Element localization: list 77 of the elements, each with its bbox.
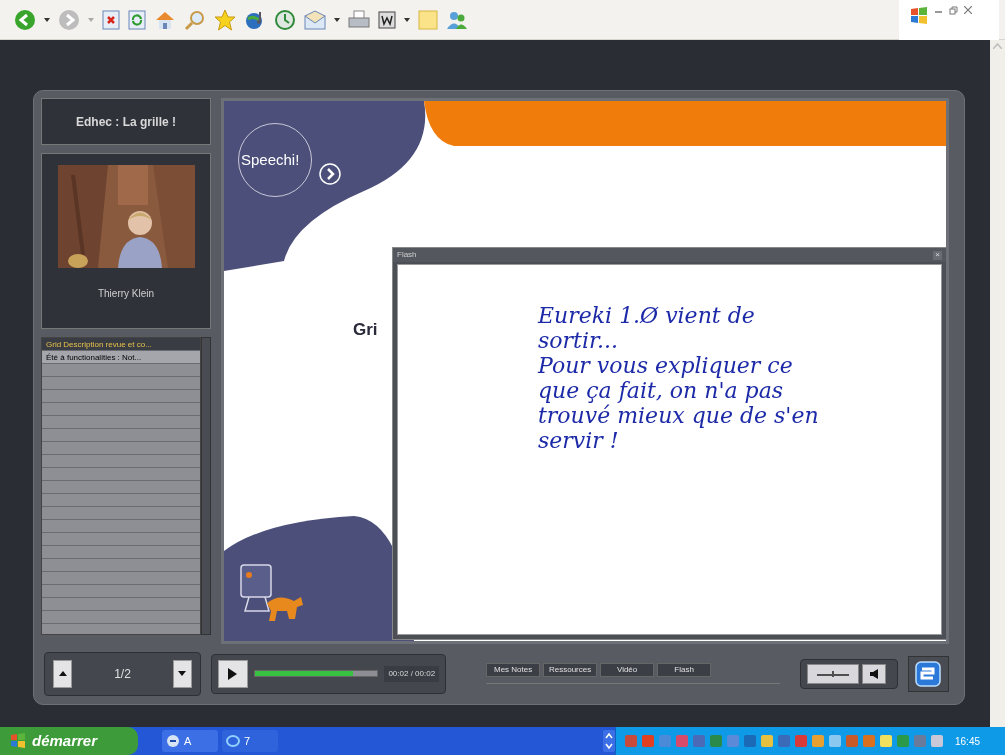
windows-logo-icon <box>10 733 26 749</box>
arrow-right-icon <box>319 163 341 185</box>
word-icon[interactable] <box>378 10 396 29</box>
list-scrollbar[interactable] <box>201 337 211 635</box>
brand-logo-text: Speechi! <box>241 149 300 170</box>
previous-page-button[interactable] <box>53 659 72 688</box>
expand-icon[interactable] <box>603 730 615 752</box>
forward-icon[interactable] <box>58 8 80 31</box>
tray-icon[interactable] <box>845 734 859 748</box>
scroll-up-icon[interactable] <box>993 43 1002 49</box>
tray-icon[interactable] <box>811 734 825 748</box>
refresh-icon[interactable] <box>128 9 146 30</box>
tray-icon[interactable] <box>794 734 808 748</box>
star-icon[interactable] <box>214 8 236 31</box>
tray-icon[interactable] <box>913 734 927 748</box>
windows-logo-icon <box>909 5 929 26</box>
scrollbar[interactable] <box>990 40 1005 727</box>
caret-icon[interactable] <box>334 17 340 22</box>
tray-icon[interactable] <box>641 734 655 748</box>
search-icon[interactable] <box>184 8 206 31</box>
tray-icon[interactable] <box>658 734 672 748</box>
time-display: 00:02 / 00:02 <box>384 665 440 682</box>
app-icon <box>166 734 180 748</box>
history-icon[interactable] <box>274 8 296 31</box>
back-icon[interactable] <box>14 8 36 31</box>
tab[interactable]: Vidéo <box>600 663 655 677</box>
people-icon[interactable] <box>446 9 468 30</box>
note-icon[interactable] <box>418 9 438 30</box>
presentation-title: Edhec : La grille ! <box>76 113 176 131</box>
caret-icon[interactable] <box>44 17 50 22</box>
printer-icon[interactable] <box>348 9 370 30</box>
caret-icon[interactable] <box>404 17 410 22</box>
start-button[interactable]: démarrer <box>0 727 138 755</box>
presenter-name: Thierry Klein <box>97 287 155 301</box>
tray-icon[interactable] <box>879 734 893 748</box>
tray-icon[interactable] <box>692 734 706 748</box>
layout-icon <box>814 669 851 678</box>
next-page-button[interactable] <box>172 659 192 688</box>
tab[interactable]: Mes Notes <box>486 663 541 677</box>
tray-icon[interactable] <box>624 734 638 748</box>
tray-icon[interactable] <box>930 734 944 748</box>
speechi-logo-icon <box>915 660 942 687</box>
tray-icon[interactable] <box>709 734 723 748</box>
restore-icon[interactable] <box>949 5 958 15</box>
clock: 16:45 <box>955 734 981 749</box>
close-icon[interactable] <box>964 5 972 14</box>
close-button[interactable]: × <box>933 250 942 260</box>
home-icon[interactable] <box>154 9 176 30</box>
browser-icon <box>226 734 240 748</box>
tab[interactable]: Ressources <box>543 663 598 677</box>
page-counter: 1/2 <box>113 665 132 683</box>
chapter-item[interactable]: Grid Description revue et co... <box>42 338 200 351</box>
up-arrow-icon <box>58 671 67 676</box>
window-title: Flash <box>397 249 417 261</box>
handwritten-note: Eureki 1.Ø vient de sortir... Pour vous expliquer ce que ça fait, on n'a pas trouvé mieux que de s'en servir ! <box>538 303 820 453</box>
mail-icon[interactable] <box>304 9 326 30</box>
taskbar-button[interactable]: 7 <box>222 730 278 752</box>
tray-icon[interactable] <box>862 734 876 748</box>
slide-heading: Gri <box>353 319 378 341</box>
tray-icon[interactable] <box>896 734 910 748</box>
down-arrow-icon <box>178 671 187 676</box>
tray-icon[interactable] <box>675 734 689 748</box>
tray-icon[interactable] <box>828 734 842 748</box>
speechi-button[interactable] <box>907 655 949 692</box>
tray-icon[interactable] <box>777 734 791 748</box>
speaker-icon <box>869 668 878 679</box>
progress-track[interactable] <box>253 670 379 677</box>
play-button[interactable] <box>217 659 248 688</box>
layout-button[interactable] <box>806 663 859 684</box>
stop-icon[interactable] <box>102 9 120 30</box>
chapter-item[interactable]: Été à functionalities : Not... <box>42 351 200 364</box>
tray-icon[interactable] <box>760 734 774 748</box>
tray-icon[interactable] <box>743 734 757 748</box>
tab[interactable]: Flash <box>657 663 712 677</box>
volume-button[interactable] <box>861 663 886 684</box>
taskbar-button[interactable]: A <box>162 730 218 752</box>
play-icon <box>228 667 238 680</box>
